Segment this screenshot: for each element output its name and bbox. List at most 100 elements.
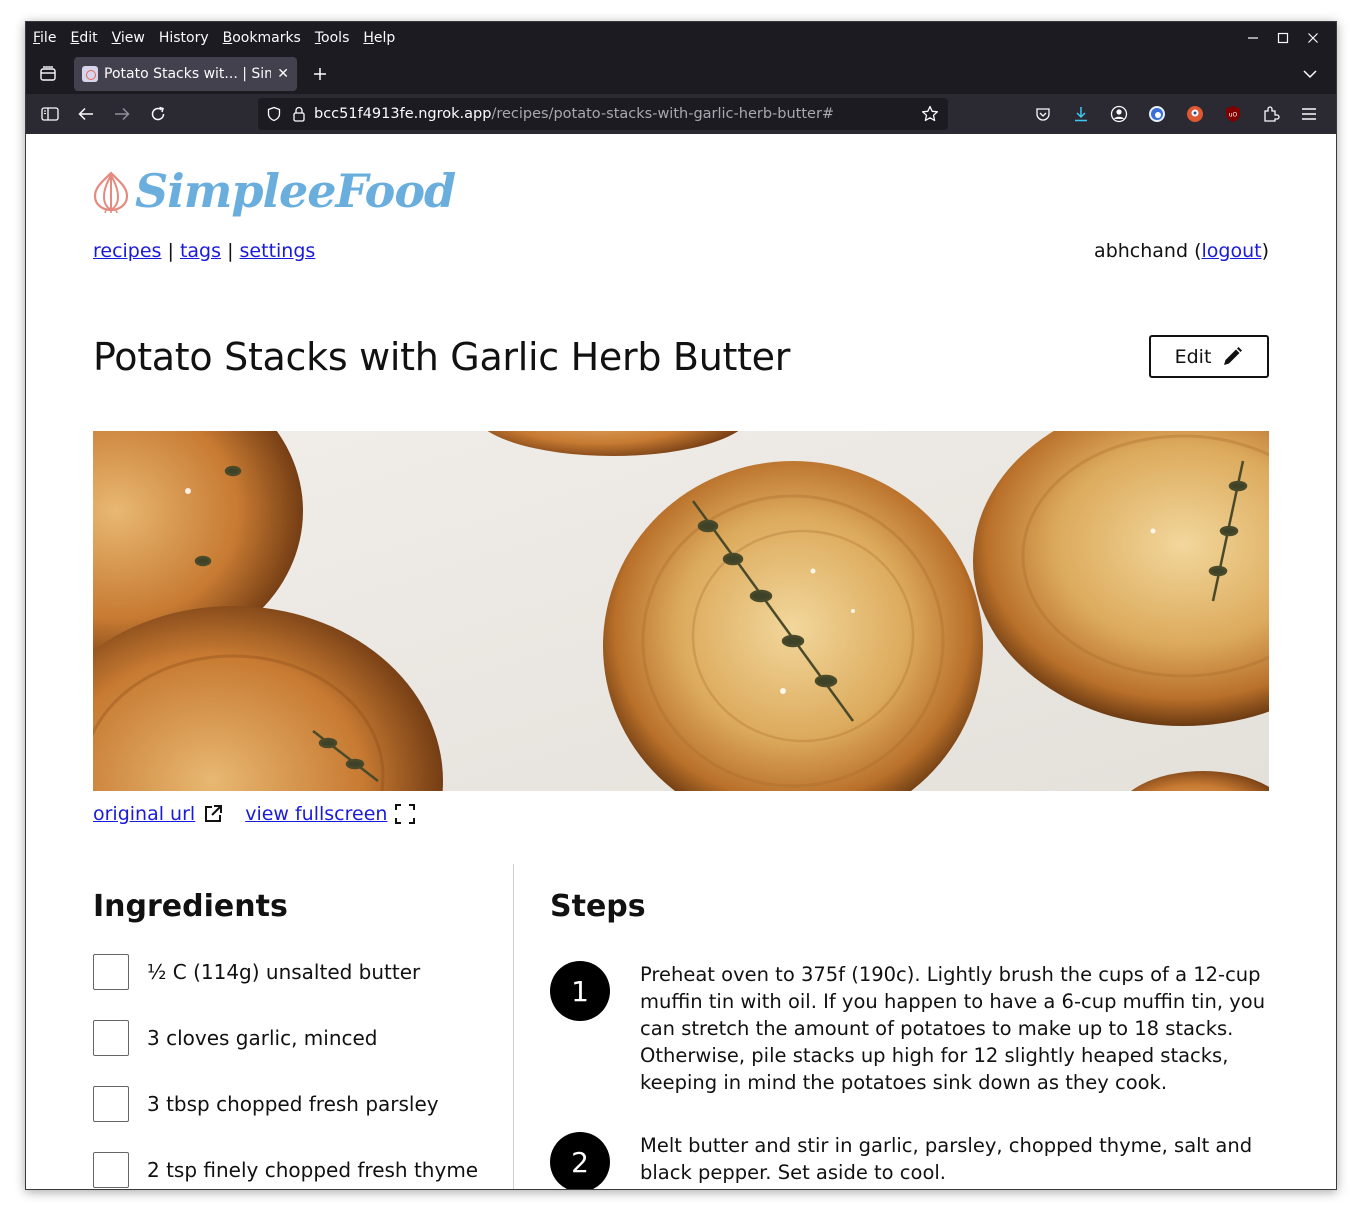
external-link-icon xyxy=(203,804,223,824)
paren-open: ( xyxy=(1188,240,1202,262)
nav-recipes-link[interactable]: recipes xyxy=(93,240,161,262)
list-all-tabs-button[interactable] xyxy=(1294,54,1326,94)
tab-active[interactable]: Potato Stacks wit... | Simp ✕ xyxy=(74,57,297,91)
duckduckgo-icon xyxy=(1187,106,1203,122)
menu-tools[interactable]: Tools xyxy=(315,30,350,46)
step-number: 1 xyxy=(550,961,610,1021)
minimize-button[interactable] xyxy=(1238,22,1268,54)
toolbar-icons: uO xyxy=(1024,94,1328,134)
ublock-extension-button[interactable]: uO xyxy=(1214,98,1252,130)
download-icon xyxy=(1075,107,1087,122)
paren-close: ) xyxy=(1261,240,1269,262)
firefox-view-icon xyxy=(40,66,56,81)
ingredient-checkbox[interactable] xyxy=(93,1152,129,1188)
new-tab-button[interactable] xyxy=(303,57,337,91)
bookmark-star-button[interactable] xyxy=(918,102,942,126)
menu-file[interactable]: File xyxy=(33,30,56,46)
fullscreen-icon xyxy=(395,804,416,824)
site-favicon-icon xyxy=(82,66,98,82)
forward-button[interactable] xyxy=(104,98,140,130)
step-item: 2 Melt butter and stir in garlic, parsle… xyxy=(550,1132,1270,1189)
address-bar[interactable]: bcc51f4913fe.ngrok.app/recipes/potato-st… xyxy=(258,98,948,130)
site-logo[interactable]: SimpleeFood xyxy=(93,164,456,218)
account-button[interactable] xyxy=(1100,98,1138,130)
ingredients-heading: Ingredients xyxy=(93,889,288,924)
step-text: Melt butter and stir in garlic, parsley,… xyxy=(640,1134,1253,1184)
nav-separator: | xyxy=(167,240,174,262)
menu-view[interactable]: View xyxy=(112,30,145,46)
app-menu-button[interactable] xyxy=(1290,98,1328,130)
edit-label: Edit xyxy=(1174,345,1212,368)
recipe-title: Potato Stacks with Garlic Herb Butter xyxy=(93,335,791,379)
edit-recipe-button[interactable]: Edit xyxy=(1149,335,1269,378)
ingredient-checkbox[interactable] xyxy=(93,1020,129,1056)
navigation-toolbar: bcc51f4913fe.ngrok.app/recipes/potato-st… xyxy=(26,94,1336,134)
firefox-view-button[interactable] xyxy=(28,54,68,94)
list-item: 3 cloves garlic, minced xyxy=(93,1020,493,1056)
plus-icon xyxy=(314,68,326,80)
window-controls xyxy=(1238,22,1328,54)
ingredient-text: 3 tbsp chopped fresh parsley xyxy=(147,1092,439,1116)
sidebar-toggle-button[interactable] xyxy=(32,98,68,130)
image-links: original url view fullscreen xyxy=(93,803,437,825)
potato-stacks-photo xyxy=(93,431,1269,791)
list-item: ½ C (114g) unsalted butter xyxy=(93,954,493,990)
onion-logo-icon xyxy=(93,171,129,213)
nav-separator: | xyxy=(227,240,234,262)
steps-heading: Steps xyxy=(550,889,646,924)
nav-settings-link[interactable]: settings xyxy=(240,240,316,262)
account-icon xyxy=(1110,105,1128,123)
menu-history[interactable]: History xyxy=(159,30,209,46)
user-area: abhchand (logout) xyxy=(1094,240,1269,262)
tab-bar: Potato Stacks wit... | Simp ✕ xyxy=(26,54,1336,94)
minimize-icon xyxy=(1248,37,1258,39)
logout-link[interactable]: logout xyxy=(1201,240,1261,262)
extensions-button[interactable] xyxy=(1252,98,1290,130)
reload-button[interactable] xyxy=(140,98,176,130)
menu-help[interactable]: Help xyxy=(363,30,395,46)
back-button[interactable] xyxy=(68,98,104,130)
original-url-link[interactable]: original url xyxy=(93,803,195,825)
downloads-button[interactable] xyxy=(1062,98,1100,130)
list-item: 3 tbsp chopped fresh parsley xyxy=(93,1086,493,1122)
step-item: 1 Preheat oven to 375f (190c). Lightly b… xyxy=(550,961,1270,1096)
arrow-left-icon xyxy=(78,107,93,121)
ingredient-text: ½ C (114g) unsalted butter xyxy=(147,960,421,984)
ingredient-checkbox[interactable] xyxy=(93,1086,129,1122)
arrow-right-icon xyxy=(115,107,130,121)
view-fullscreen-link[interactable]: view fullscreen xyxy=(245,803,387,825)
duckduckgo-extension-button[interactable] xyxy=(1176,98,1214,130)
list-item: 2 tsp finely chopped fresh thyme xyxy=(93,1152,493,1188)
site-nav: recipes | tags | settings xyxy=(93,240,315,262)
ingredient-text: 2 tsp finely chopped fresh thyme xyxy=(147,1158,479,1182)
pencil-icon xyxy=(1224,346,1243,365)
menu-edit[interactable]: Edit xyxy=(70,30,97,46)
page-content: SimpleeFood recipes | tags | settings ab… xyxy=(26,134,1336,1189)
menu-bookmarks[interactable]: Bookmarks xyxy=(223,30,301,46)
tab-close-icon[interactable]: ✕ xyxy=(277,66,289,82)
recipe-image[interactable] xyxy=(93,431,1269,791)
puzzle-icon xyxy=(1264,106,1280,122)
extension-1-button[interactable] xyxy=(1138,98,1176,130)
lock-icon xyxy=(293,106,305,122)
column-divider xyxy=(513,864,514,1189)
close-window-button[interactable] xyxy=(1298,22,1328,54)
nav-tags-link[interactable]: tags xyxy=(180,240,221,262)
maximize-icon xyxy=(1277,32,1289,44)
ingredient-checkbox[interactable] xyxy=(93,954,129,990)
star-icon xyxy=(921,105,939,122)
browser-window: File Edit View History Bookmarks Tools H… xyxy=(25,21,1337,1190)
username: abhchand xyxy=(1094,240,1189,262)
ingredient-text: 3 cloves garlic, minced xyxy=(147,1026,378,1050)
menu-bar: File Edit View History Bookmarks Tools H… xyxy=(26,22,1336,54)
url-text: bcc51f4913fe.ngrok.app/recipes/potato-st… xyxy=(314,106,835,122)
hamburger-menu-icon xyxy=(1302,108,1316,120)
svg-text:uO: uO xyxy=(1229,112,1238,119)
maximize-button[interactable] xyxy=(1268,22,1298,54)
shield-icon xyxy=(267,106,281,122)
step-text: Preheat oven to 375f (190c). Lightly bru… xyxy=(640,963,1266,1094)
chevron-down-icon xyxy=(1303,70,1317,79)
logo-text: SimpleeFood xyxy=(135,164,456,218)
pocket-button[interactable] xyxy=(1024,98,1062,130)
reload-icon xyxy=(151,106,165,121)
